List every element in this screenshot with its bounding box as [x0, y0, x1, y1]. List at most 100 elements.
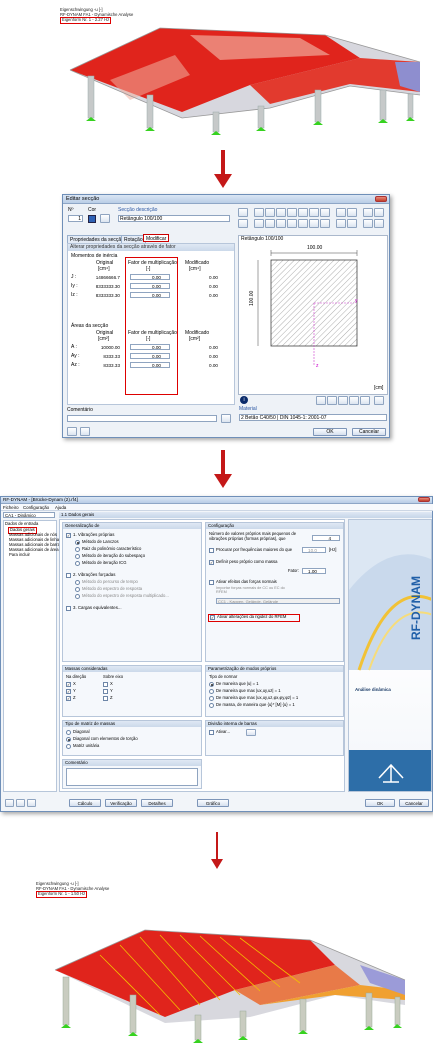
cancel-button[interactable]: Cancelar: [352, 428, 386, 436]
shape-icon-3[interactable]: [265, 208, 275, 217]
radio-matrix-diag[interactable]: [66, 730, 71, 735]
info-icon[interactable]: i: [240, 396, 248, 404]
radio-lanczos[interactable]: [75, 540, 80, 545]
shape-icon-24[interactable]: [374, 219, 384, 228]
shape-icon-18[interactable]: [298, 219, 308, 228]
factor-input-Az[interactable]: 0.00: [130, 362, 170, 368]
radio-matrix-torsion[interactable]: [66, 737, 71, 742]
view-icon-5[interactable]: [360, 396, 370, 405]
chk-forced[interactable]: [66, 573, 71, 578]
shape-icon-21[interactable]: [336, 219, 346, 228]
shape-icon-2[interactable]: [254, 208, 264, 217]
close-button[interactable]: [375, 196, 387, 202]
menu-ajuda[interactable]: Ajuda: [55, 505, 66, 510]
radio-matrix-unit[interactable]: [66, 744, 71, 749]
shape-icon-16[interactable]: [276, 219, 286, 228]
radio-norm-2[interactable]: [209, 689, 214, 694]
color-swatch[interactable]: [88, 215, 96, 223]
chk-division[interactable]: [209, 730, 214, 735]
chk-rot-x[interactable]: [103, 682, 108, 687]
radio-char-poly[interactable]: [75, 547, 80, 552]
number-field[interactable]: 1: [68, 215, 83, 222]
shape-icon-14[interactable]: [254, 219, 264, 228]
calc-button[interactable]: Cálculo: [69, 799, 101, 807]
shape-icon-12[interactable]: [374, 208, 384, 217]
shape-icon-8[interactable]: [320, 208, 330, 217]
dynam-cancel-button[interactable]: Cancelar: [399, 799, 429, 807]
section-description-field[interactable]: Retângulo 100/100: [118, 215, 230, 222]
factor-input-A[interactable]: 0.00: [130, 344, 170, 350]
factor-input-Iz[interactable]: 0.00: [130, 292, 170, 298]
division-settings-icon[interactable]: [246, 729, 256, 736]
cfg-freq-input[interactable]: 10.0: [302, 547, 326, 553]
shape-icon-5[interactable]: [287, 208, 297, 217]
shape-icon-11[interactable]: [363, 208, 373, 217]
tab-modify[interactable]: Modificar: [143, 234, 170, 242]
view-icon-1[interactable]: [316, 396, 326, 405]
dynam-comment-field[interactable]: [66, 768, 198, 786]
view-icon-4[interactable]: [349, 396, 359, 405]
nav-root[interactable]: Dados de entrada: [5, 521, 38, 527]
shape-icon-9[interactable]: [336, 208, 346, 217]
chk-rot-z[interactable]: [103, 696, 108, 701]
cfg-lc-select[interactable]: CC1 - Kappen, Gelände, Gelände: [216, 598, 340, 604]
nav-item-include[interactable]: Para incluir: [9, 552, 30, 558]
shape-icon-19[interactable]: [309, 219, 319, 228]
help-icon[interactable]: [67, 427, 77, 436]
view-icon-3[interactable]: [338, 396, 348, 405]
radio-time[interactable]: [75, 580, 80, 585]
units-icon[interactable]: [80, 427, 90, 436]
shape-icon-4[interactable]: [276, 208, 286, 217]
shape-icon-6[interactable]: [298, 208, 308, 217]
import-icon[interactable]: [27, 799, 36, 807]
shape-icon-7[interactable]: [309, 208, 319, 217]
menu-configuracao[interactable]: Configuração: [23, 505, 49, 510]
chk-dir-x[interactable]: ✓: [66, 682, 71, 687]
shape-icon-13[interactable]: [238, 219, 248, 228]
comment-field[interactable]: [67, 415, 217, 422]
chk-freq[interactable]: [209, 548, 214, 553]
chk-dir-z[interactable]: ✓: [66, 696, 71, 701]
radio-subspace[interactable]: [75, 554, 80, 559]
export-icon[interactable]: [16, 799, 25, 807]
dynam-close-button[interactable]: [418, 497, 430, 502]
material-select[interactable]: 2 Betão C40/50 | DIN 1045-1: 2001-07: [239, 414, 387, 421]
factor-input-J[interactable]: 0.00: [130, 274, 170, 280]
shape-icon-20[interactable]: [320, 219, 330, 228]
chk-axial[interactable]: [209, 580, 214, 585]
factor-input-Iy[interactable]: 0.00: [130, 283, 170, 289]
help-icon-2[interactable]: [5, 799, 14, 807]
zoom-icon[interactable]: [374, 396, 384, 405]
radio-norm-4[interactable]: [209, 703, 214, 708]
chk-selfweight[interactable]: ✓: [209, 560, 214, 565]
details-button[interactable]: Detalhes: [141, 799, 173, 807]
radio-icg[interactable]: [75, 561, 80, 566]
ok-button[interactable]: OK: [313, 428, 347, 436]
cfg-factor-input[interactable]: 1.00: [302, 568, 326, 574]
radio-spectrum[interactable]: [75, 587, 80, 592]
check-button[interactable]: Verificação: [105, 799, 137, 807]
case-select[interactable]: CA1 - Dinâmico: [3, 512, 55, 518]
radio-norm-3[interactable]: [209, 696, 214, 701]
shape-icon-1[interactable]: [238, 208, 248, 217]
chk-rot-y[interactable]: [103, 689, 108, 694]
chk-eigen[interactable]: ✓: [66, 533, 71, 538]
factor-input-Ay[interactable]: 0.00: [130, 353, 170, 359]
tab-rotation[interactable]: Rotação: [121, 235, 146, 243]
library-icon[interactable]: [100, 214, 110, 223]
dynam-ok-button[interactable]: OK: [365, 799, 395, 807]
radio-multi-spectrum[interactable]: [75, 594, 80, 599]
view-icon-2[interactable]: [327, 396, 337, 405]
graphic-button[interactable]: Gráfico: [197, 799, 229, 807]
shape-icon-23[interactable]: [363, 219, 373, 228]
shape-icon-17[interactable]: [287, 219, 297, 228]
shape-icon-10[interactable]: [347, 208, 357, 217]
comment-browse-icon[interactable]: [221, 414, 231, 423]
menu-ficheiro[interactable]: Ficheiro: [3, 505, 19, 510]
chk-dir-y[interactable]: ✓: [66, 689, 71, 694]
chk-equiv[interactable]: [66, 606, 71, 611]
cfg-count-input[interactable]: 4: [312, 535, 340, 541]
shape-icon-15[interactable]: [265, 219, 275, 228]
radio-norm-1[interactable]: [209, 682, 214, 687]
chk-stiffness[interactable]: ✓: [210, 615, 215, 620]
